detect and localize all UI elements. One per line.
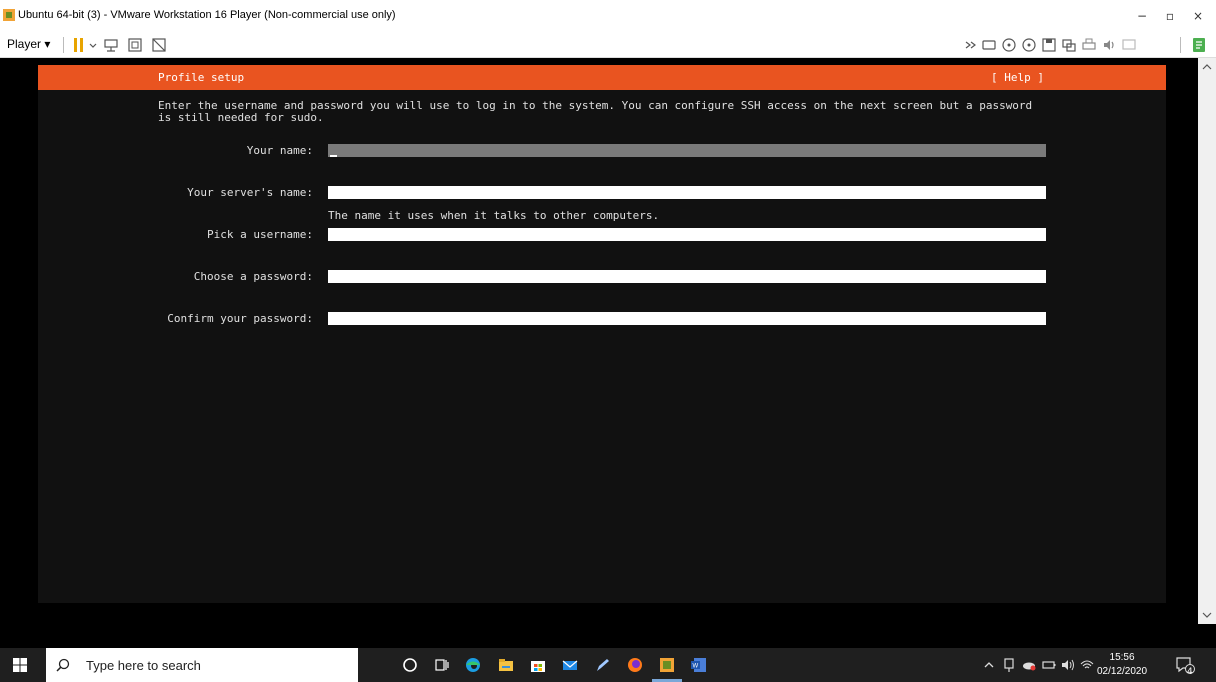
message-log-icon[interactable] <box>1190 36 1208 54</box>
confirm-password-label: Confirm your password: <box>167 312 313 325</box>
minimize-button[interactable]: − <box>1132 6 1152 26</box>
vertical-scrollbar[interactable] <box>1198 58 1216 624</box>
vmware-toolbar: Player ▾ <box>0 32 1216 58</box>
installer-title: Profile setup <box>158 71 245 84</box>
word-icon[interactable]: W <box>690 656 708 674</box>
windows-start-icon[interactable] <box>12 657 28 673</box>
window-title: Ubuntu 64-bit (3) - VMware Workstation 1… <box>18 9 396 21</box>
network-adapter-icon[interactable] <box>1060 36 1078 54</box>
scroll-down-icon[interactable] <box>1201 610 1213 620</box>
file-explorer-icon[interactable] <box>497 656 515 674</box>
installer-screen: Profile setup [ Help ] Enter the usernam… <box>38 65 1166 603</box>
confirm-password-input[interactable] <box>328 312 1046 325</box>
taskbar-clock[interactable]: 15:56 02/12/2020 <box>1097 651 1147 679</box>
player-menu[interactable]: Player ▾ <box>7 37 50 51</box>
sound-card-icon[interactable] <box>1100 36 1118 54</box>
server-name-input[interactable] <box>328 186 1046 199</box>
chevron-down-icon[interactable] <box>88 36 98 54</box>
username-label: Pick a username: <box>207 228 313 241</box>
clock-time: 15:56 <box>1109 652 1135 663</box>
cd-drive-icon[interactable] <box>1000 36 1018 54</box>
wifi-icon[interactable] <box>1079 656 1095 674</box>
text-cursor <box>330 155 337 157</box>
password-input[interactable] <box>328 270 1046 283</box>
app-pen-icon[interactable] <box>594 656 612 674</box>
search-icon <box>56 658 70 672</box>
window-titlebar[interactable]: Ubuntu 64-bit (3) - VMware Workstation 1… <box>0 0 1216 32</box>
svg-text:W: W <box>693 664 699 670</box>
toolbar-divider <box>1180 37 1181 53</box>
your-name-label: Your name: <box>246 144 313 157</box>
installer-header: Profile setup [ Help ] <box>38 65 1166 90</box>
mail-icon[interactable] <box>561 656 579 674</box>
your-name-input[interactable] <box>328 144 1046 157</box>
clock-date: 02/12/2020 <box>1097 666 1148 677</box>
fit-guest-icon[interactable] <box>126 36 144 54</box>
help-button[interactable]: [ Help ] <box>991 71 1044 84</box>
onedrive-tray-icon[interactable] <box>1021 656 1037 674</box>
vm-display[interactable]: Profile setup [ Help ] Enter the usernam… <box>0 58 1198 624</box>
send-ctrl-alt-del-icon[interactable] <box>102 36 120 54</box>
cd-drive-2-icon[interactable] <box>1020 36 1038 54</box>
toolbar-divider <box>63 37 64 53</box>
close-button[interactable]: × <box>1188 6 1208 26</box>
show-hidden-icons-icon[interactable] <box>982 656 996 674</box>
floppy-icon[interactable] <box>1040 36 1058 54</box>
volume-icon[interactable] <box>1060 656 1076 674</box>
maximize-button[interactable]: ▫ <box>1160 6 1180 26</box>
username-input[interactable] <box>328 228 1046 241</box>
scroll-up-icon[interactable] <box>1201 62 1213 72</box>
hard-disk-icon[interactable] <box>980 36 998 54</box>
installer-description: Enter the username and password you will… <box>158 99 1033 124</box>
edge-icon[interactable] <box>464 656 482 674</box>
vmware-taskbar-icon[interactable] <box>658 656 676 674</box>
password-label: Choose a password: <box>193 270 313 283</box>
windows-taskbar: Type here to search W 15:56 02/12/2020 4 <box>0 648 1216 682</box>
printer-icon[interactable] <box>1080 36 1098 54</box>
display-icon[interactable] <box>1120 36 1138 54</box>
microsoft-store-icon[interactable] <box>529 656 547 674</box>
search-placeholder: Type here to search <box>86 658 201 673</box>
server-name-label: Your server's name: <box>187 186 313 199</box>
double-chevron-icon[interactable] <box>962 36 980 54</box>
unity-icon[interactable] <box>150 36 168 54</box>
firefox-icon[interactable] <box>626 656 644 674</box>
pause-icon[interactable] <box>70 36 88 54</box>
vmware-icon <box>3 9 15 21</box>
task-view-icon[interactable] <box>433 656 451 674</box>
cortana-icon[interactable] <box>401 656 419 674</box>
notification-count: 4 <box>1187 667 1193 677</box>
server-name-hint: The name it uses when it talks to other … <box>328 209 660 222</box>
usb-tray-icon[interactable] <box>1001 656 1017 674</box>
taskbar-search[interactable]: Type here to search <box>46 648 358 682</box>
battery-icon[interactable] <box>1041 656 1057 674</box>
